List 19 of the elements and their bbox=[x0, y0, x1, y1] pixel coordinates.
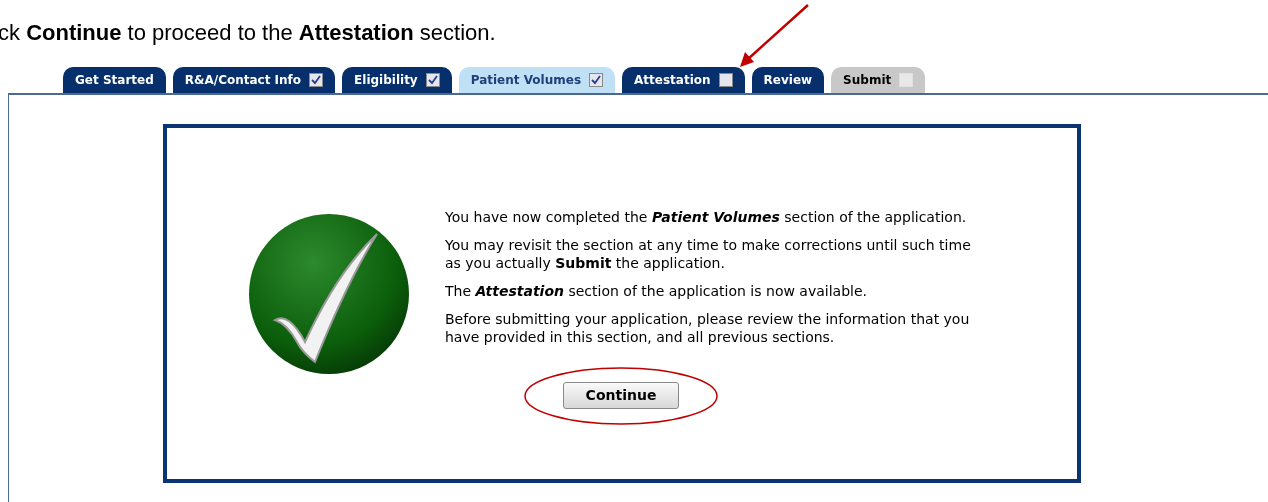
checkmark-icon bbox=[591, 75, 602, 85]
tab[interactable]: Get Started bbox=[63, 67, 166, 93]
tab[interactable]: Review bbox=[751, 67, 825, 93]
tab[interactable]: R&A/Contact Info bbox=[172, 67, 336, 93]
message-paragraph: You have now completed the Patient Volumes section of the application. bbox=[445, 208, 968, 226]
continue-button[interactable]: Continue bbox=[563, 382, 679, 409]
message-paragraph: Before submitting your application, please review the information that you have provided in this section, and all previous sections. bbox=[445, 310, 971, 346]
tab[interactable]: Patient Volumes bbox=[458, 67, 616, 93]
message-paragraph: You may revisit the section at any time to make corrections until such time as you actually Submit the application. bbox=[445, 236, 972, 272]
checkmark-icon bbox=[247, 211, 411, 376]
tab[interactable]: Attestation bbox=[622, 67, 745, 93]
checkbox[interactable] bbox=[425, 73, 440, 87]
checkbox[interactable] bbox=[589, 73, 604, 87]
checkmark-icon bbox=[311, 75, 322, 85]
checkbox[interactable] bbox=[718, 73, 733, 87]
tab[interactable]: Eligibility bbox=[342, 67, 452, 93]
checkbox[interactable] bbox=[309, 73, 324, 87]
checkmark-icon bbox=[427, 75, 438, 85]
message-paragraph: The Attestation section of the application is now available. bbox=[445, 282, 868, 300]
